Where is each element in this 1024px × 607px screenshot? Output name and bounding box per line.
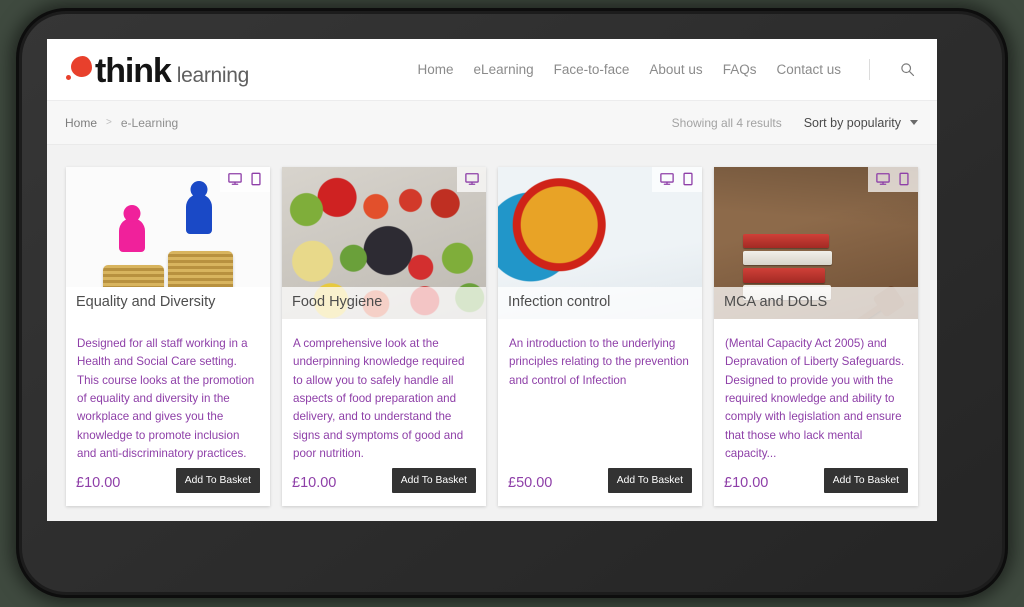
product-description: (Mental Capacity Act 2005) and Depravati…	[725, 337, 905, 460]
site-header: think learning Home eLearning Face-to-fa…	[47, 39, 937, 101]
search-icon[interactable]	[896, 59, 918, 81]
add-to-basket-button[interactable]: Add To Basket	[391, 468, 476, 493]
device-compatibility-badges	[457, 167, 486, 192]
device-compatibility-badges	[652, 167, 702, 192]
tablet-icon	[251, 172, 261, 186]
nav-item-faqs[interactable]: FAQs	[723, 62, 757, 77]
breadcrumb-home[interactable]: Home	[65, 116, 97, 130]
product-title-bar: Equality and Diversity	[66, 286, 270, 319]
sort-dropdown-label: Sort by popularity	[803, 115, 901, 130]
nav-item-about-us[interactable]: About us	[649, 62, 702, 77]
main-navigation: Home eLearning Face-to-face About us FAQ…	[418, 59, 918, 81]
add-to-basket-button[interactable]: Add To Basket	[175, 468, 260, 493]
product-title-bar: Infection control	[498, 286, 702, 319]
product-card[interactable]: Infection control An introduction to the…	[498, 167, 702, 506]
tablet-icon	[683, 172, 693, 186]
add-to-basket-button[interactable]: Add To Basket	[607, 468, 692, 493]
product-card-slot: Infection control An introduction to the…	[492, 167, 708, 521]
product-title: MCA and DOLS	[724, 293, 828, 310]
desktop-icon	[660, 173, 674, 185]
product-price: £10.00	[724, 474, 769, 491]
product-footer: £50.00 Add To Basket	[498, 468, 702, 506]
product-description: An introduction to the underlying princi…	[509, 337, 689, 387]
logo-secondary-text: learning	[176, 63, 250, 87]
product-card-slot: MCA and DOLS (Mental Capacity Act 2005) …	[708, 167, 924, 521]
product-footer: £10.00 Add To Basket	[66, 468, 270, 506]
nav-item-home[interactable]: Home	[418, 62, 454, 77]
nav-item-elearning[interactable]: eLearning	[474, 62, 534, 77]
sort-dropdown[interactable]: Sort by popularity	[804, 116, 918, 130]
desktop-icon	[465, 173, 479, 185]
product-card[interactable]: Food Hygiene A comprehensive look at the…	[282, 167, 486, 506]
product-title-bar: MCA and DOLS	[714, 286, 918, 319]
product-footer: £10.00 Add To Basket	[282, 468, 486, 506]
breadcrumb-current: e-Learning	[120, 115, 179, 130]
screenshot-stage: think learning Home eLearning Face-to-fa…	[0, 0, 1024, 607]
desktop-icon	[876, 173, 890, 185]
desktop-icon	[228, 173, 242, 185]
product-description: Designed for all staff working in a Heal…	[77, 337, 255, 460]
product-thumbnail: Infection control	[498, 167, 702, 319]
chevron-down-icon	[910, 120, 918, 125]
logo-primary-text: think	[95, 51, 172, 90]
add-to-basket-button[interactable]: Add To Basket	[823, 468, 908, 493]
device-compatibility-badges	[868, 167, 918, 192]
product-title: Infection control	[508, 293, 611, 310]
browser-page: think learning Home eLearning Face-to-fa…	[47, 39, 937, 521]
red-blob-logo-icon	[65, 52, 92, 82]
product-card-slot: Equality and Diversity Designed for all …	[60, 167, 276, 521]
product-thumbnail: MCA and DOLS	[714, 167, 918, 319]
product-title: Food Hygiene	[292, 293, 383, 310]
product-price: £10.00	[292, 474, 337, 491]
breadcrumb-toolbar: Home > e-Learning Showing all 4 results …	[47, 101, 937, 145]
product-card-slot: Food Hygiene A comprehensive look at the…	[276, 167, 492, 521]
toolbar-right: Showing all 4 results Sort by popularity	[672, 116, 918, 130]
breadcrumb-separator-icon: >	[106, 117, 112, 128]
site-logo[interactable]: think learning	[65, 52, 249, 88]
product-card[interactable]: Equality and Diversity Designed for all …	[66, 167, 270, 506]
product-title-bar: Food Hygiene	[282, 286, 486, 319]
product-price: £10.00	[76, 474, 121, 491]
product-title: Equality and Diversity	[76, 293, 216, 310]
tablet-icon	[899, 172, 909, 186]
device-compatibility-badges	[220, 167, 270, 192]
product-footer: £10.00 Add To Basket	[714, 468, 918, 506]
nav-item-contact-us[interactable]: Contact us	[776, 62, 841, 77]
product-description: A comprehensive look at the underpinning…	[293, 337, 465, 460]
product-price: £50.00	[508, 474, 553, 491]
nav-item-face-to-face[interactable]: Face-to-face	[554, 62, 630, 77]
product-thumbnail: Food Hygiene	[282, 167, 486, 319]
product-grid: Equality and Diversity Designed for all …	[47, 145, 937, 521]
product-thumbnail: Equality and Diversity	[66, 167, 270, 319]
result-count: Showing all 4 results	[671, 115, 782, 130]
product-card[interactable]: MCA and DOLS (Mental Capacity Act 2005) …	[714, 167, 918, 506]
nav-divider	[869, 59, 870, 80]
